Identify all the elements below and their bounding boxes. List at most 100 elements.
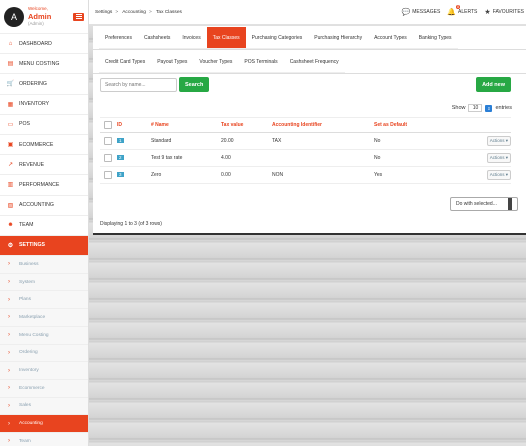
actions-cell: Actions ▾	[469, 132, 511, 150]
sidebar-item-inventory[interactable]: ▦ INVENTORY	[0, 95, 88, 115]
sidebar-item-label: SETTINGS	[19, 242, 45, 249]
actions-dropdown[interactable]: Actions ▾	[486, 153, 511, 163]
chevron-right-icon: ›	[8, 420, 10, 427]
icon: ▥	[7, 182, 14, 189]
tab-invoices[interactable]: Invoices	[176, 27, 207, 49]
displaying-info: Displaying 1 to 3 (of 3 rows)	[100, 221, 162, 227]
row-checkbox[interactable]	[104, 171, 112, 179]
submenu-item-team[interactable]: › Team	[0, 432, 88, 446]
sidebar-item-ordering[interactable]: 🛒 ORDERING	[0, 74, 88, 95]
tab-cashsheet-frequency[interactable]: Cashsheet Frequency	[283, 51, 345, 73]
submenu-item-ecommerce[interactable]: › Ecommerce	[0, 379, 88, 398]
tab-banking-types[interactable]: Banking Types	[412, 27, 458, 49]
page-size-control: Show 10 ⇕ entries	[452, 104, 512, 112]
submenu-item-ordering[interactable]: › Ordering	[0, 344, 88, 363]
col-tax-value[interactable]: Tax value	[221, 117, 272, 133]
table-row[interactable]: 2 Test 9 tax rate 4.00 No Actions ▾	[100, 149, 511, 167]
sidebar-item-ecommerce[interactable]: ▣ ECOMMERCE	[0, 135, 88, 156]
name-cell: Zero	[151, 166, 221, 184]
bell-icon: 🔔 8	[447, 5, 461, 16]
submenu-item-inventory[interactable]: › Inventory	[0, 362, 88, 380]
submenu-item-plans[interactable]: › Plans	[0, 291, 88, 310]
default-cell: No	[374, 149, 469, 167]
submenu-item-label: Business	[19, 261, 39, 267]
row-checkbox[interactable]	[104, 137, 112, 145]
sidebar-item-label: DASHBOARD	[19, 40, 52, 47]
table-header-row: ID # Name Tax value Accounting Identifie…	[100, 117, 511, 133]
submenu-item-system[interactable]: › System	[0, 273, 88, 292]
tab-pos-terminals[interactable]: POS Terminals	[238, 51, 284, 73]
submenu-item-accounting[interactable]: › Accounting	[0, 415, 88, 433]
bulk-action-label: Do with selected...	[456, 201, 497, 207]
topbar: Settings > Accounting > Tax Classes 💬 MESSA…	[89, 0, 526, 24]
table-row[interactable]: 1 Standard 20.00 TAX No Actions ▾	[100, 132, 511, 150]
hamburger-menu-icon[interactable]	[73, 12, 84, 21]
chevron-right-icon: ›	[8, 367, 10, 374]
submenu-item-business[interactable]: › Business	[0, 256, 88, 274]
tab-voucher-types[interactable]: Voucher Types	[193, 51, 239, 73]
tab-purchasing-hierarchy[interactable]: Purchasing Hierarchy	[308, 27, 369, 49]
row-checkbox[interactable]	[104, 154, 112, 162]
search-input[interactable]	[100, 77, 177, 92]
col-id[interactable]: ID	[117, 117, 151, 133]
sidebar-item-dashboard[interactable]: ⌂ DASHBOARD	[0, 34, 88, 55]
alerts-button[interactable]: 🔔 8 ALERTS	[447, 5, 477, 16]
tab-purchasing-categories[interactable]: Purchasing Categories	[245, 27, 309, 49]
page-size-select[interactable]: 10	[468, 104, 483, 112]
search-button[interactable]: Search	[179, 77, 210, 92]
select-all-checkbox[interactable]	[104, 121, 112, 129]
submenu-item-marketplace[interactable]: › Marketplace	[0, 309, 88, 327]
sidebar-item-menu-costing[interactable]: ▤ MENU COSTING	[0, 54, 88, 75]
chevron-right-icon: ›	[8, 385, 10, 392]
sidebar-item-settings[interactable]: ⚙ SETTINGS	[0, 235, 88, 257]
breadcrumb-settings[interactable]: Settings	[95, 10, 112, 15]
sidebar-item-label: MENU COSTING	[19, 60, 60, 67]
chevron-right-icon: ›	[8, 438, 10, 445]
id-cell: 3	[117, 166, 151, 184]
add-new-button[interactable]: Add new	[476, 77, 511, 92]
favourites-button[interactable]: ★ FAVOURITES	[484, 8, 524, 16]
sidebar-item-label: ORDERING	[19, 80, 47, 87]
tab-payout-types[interactable]: Payout Types	[151, 51, 194, 73]
submenu-item-menu-costing[interactable]: › Menu Costing	[0, 326, 88, 345]
breadcrumb-tax-classes: Tax Classes	[156, 9, 182, 15]
search-toolbar: Search Add new	[100, 77, 511, 92]
sidebar-item-revenue[interactable]: ↗ REVENUE	[0, 155, 88, 176]
actions-dropdown[interactable]: Actions ▾	[486, 136, 511, 146]
messages-button[interactable]: 💬 MESSAGES	[402, 8, 441, 16]
actions-cell: Actions ▾	[469, 166, 511, 184]
sidebar-item-team[interactable]: ☻ TEAM	[0, 216, 88, 236]
submenu-item-label: Accounting	[19, 421, 43, 427]
chevron-right-icon: ›	[8, 314, 10, 321]
user-name[interactable]: Admin	[28, 12, 73, 21]
sidebar-item-accounting[interactable]: ▧ ACCOUNTING	[0, 196, 88, 216]
select-all-header	[100, 117, 117, 133]
icon: ⌂	[8, 40, 13, 47]
sidebar-item-label: REVENUE	[19, 161, 45, 168]
tab-preferences[interactable]: Preferences	[99, 27, 138, 49]
tab-tax-classes[interactable]: Tax Classes	[206, 27, 246, 49]
tab-account-types[interactable]: Account Types	[368, 27, 413, 49]
col-accounting-identifier[interactable]: Accounting Identifier	[272, 117, 374, 133]
tab-cashsheets[interactable]: Cashsheets	[137, 27, 177, 49]
icon: ⚙	[7, 242, 14, 249]
sidebar-item-performance[interactable]: ▥ PERFORMANCE	[0, 175, 88, 196]
settings-submenu: › Business › System › Plans › Marketplace › Menu …	[0, 256, 88, 446]
col-name[interactable]: # Name	[151, 117, 221, 133]
id-cell: 2	[117, 149, 151, 167]
icon: ☻	[7, 222, 14, 229]
sidebar-item-pos[interactable]: ▭ POS	[0, 115, 88, 135]
actions-dropdown[interactable]: Actions ▾	[486, 170, 511, 180]
actions-cell: Actions ▾	[469, 149, 511, 167]
tab-credit-card-types[interactable]: Credit Card Types	[99, 51, 152, 73]
breadcrumb-accounting[interactable]: Accounting	[122, 10, 146, 15]
submenu-item-sales[interactable]: › Sales	[0, 397, 88, 416]
bulk-action-select[interactable]: Do with selected...	[450, 197, 518, 211]
messages-label: MESSAGES	[412, 9, 441, 15]
table-row[interactable]: 3 Zero 0.00 NON Yes Actions ▾	[100, 166, 511, 184]
col-set-as-default[interactable]: Set as Default	[374, 117, 469, 133]
avatar[interactable]: A	[4, 6, 24, 27]
submenu-item-label: Marketplace	[19, 314, 46, 320]
dropdown-arrow-icon	[508, 198, 512, 210]
chevron-up-down-icon[interactable]: ⇕	[485, 104, 493, 112]
